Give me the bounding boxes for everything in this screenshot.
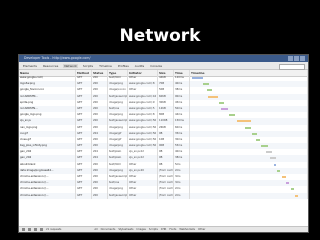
cell-status: 200 (92, 192, 108, 199)
timeline-bar (255, 138, 261, 141)
filter-other[interactable]: Other (198, 228, 205, 231)
timeline-bar (277, 169, 281, 172)
timeline-bar (206, 89, 213, 92)
timeline-bar (218, 101, 225, 104)
timeline-bar (265, 151, 272, 154)
tab-scripts[interactable]: Scripts (82, 64, 94, 68)
filter-all[interactable]: All (94, 228, 97, 231)
filter-images[interactable]: Images (136, 228, 145, 231)
timeline-bar (203, 83, 209, 86)
window-titlebar: Developer Tools - http://www.google.com/ (19, 55, 308, 62)
filter-documents[interactable]: Documents (101, 228, 116, 231)
cell-name: chrome-extension://... (19, 192, 76, 199)
cell-size: (from cache) (158, 192, 174, 199)
panel-tabs-toolbar: Elements Resources Network Scripts Timeline P… (19, 62, 308, 70)
console-icon[interactable] (28, 228, 31, 231)
timeline-bar (221, 107, 228, 110)
cell-initiator: Other (128, 192, 158, 199)
filter-stylesheets[interactable]: Stylesheets (118, 228, 133, 231)
filter-xhr[interactable]: XHR (161, 228, 167, 231)
timeline-bar (228, 114, 235, 117)
minimize-icon[interactable] (288, 56, 293, 61)
cell-type: text/javascript (108, 192, 128, 199)
filter-websockets[interactable]: WebSockets (179, 228, 195, 231)
timeline-bar (252, 132, 257, 135)
tab-network[interactable]: Network (63, 63, 78, 68)
search-input[interactable] (279, 63, 305, 70)
tab-elements[interactable]: Elements (22, 64, 38, 68)
timeline-bar (270, 157, 276, 160)
type-filters: All Documents Stylesheets Images Scripts XHR F… (94, 228, 205, 231)
network-statusbar: 21 requests All Documents Stylesheets Image… (19, 226, 308, 232)
window-title: Developer Tools - http://www.google.com/ (24, 56, 91, 60)
tab-console[interactable]: Console (149, 64, 163, 68)
tab-audits[interactable]: Audits (134, 64, 145, 68)
tab-timeline[interactable]: Timeline (98, 64, 113, 68)
cell-time: 2ms (174, 192, 190, 199)
close-icon[interactable] (300, 56, 305, 61)
table-row[interactable]: chrome-extension://... GET 200 text/javascr… (19, 192, 308, 199)
request-summary: 21 requests (46, 228, 62, 231)
slide-title: Network (119, 26, 201, 46)
tab-resources[interactable]: Resources (42, 64, 59, 68)
filter-fonts[interactable]: Fonts (169, 228, 176, 231)
timeline-bar (236, 120, 252, 123)
cell-method: GET (76, 192, 92, 199)
cell-timeline (190, 192, 308, 199)
network-request-list: www.google.com/GET 200 text/html Other 44KB 1… (19, 75, 308, 199)
timeline-bar (295, 194, 299, 197)
timeline-bar (261, 145, 269, 148)
timeline-bar (273, 163, 276, 166)
maximize-icon[interactable] (294, 56, 299, 61)
dock-icon[interactable] (22, 228, 25, 231)
timeline-bar (192, 77, 204, 79)
timeline-bar (244, 126, 252, 129)
record-icon[interactable] (34, 228, 37, 231)
devtools-window: Developer Tools - http://www.google.com/… (18, 54, 309, 233)
timeline-bar (286, 182, 290, 185)
timeline-bar (281, 176, 287, 178)
clear-icon[interactable] (40, 228, 43, 231)
tab-profiles[interactable]: Profiles (117, 64, 130, 68)
filter-scripts[interactable]: Scripts (149, 228, 158, 231)
window-controls (288, 56, 305, 61)
timeline-bar (290, 188, 294, 191)
timeline-bar (207, 95, 218, 98)
